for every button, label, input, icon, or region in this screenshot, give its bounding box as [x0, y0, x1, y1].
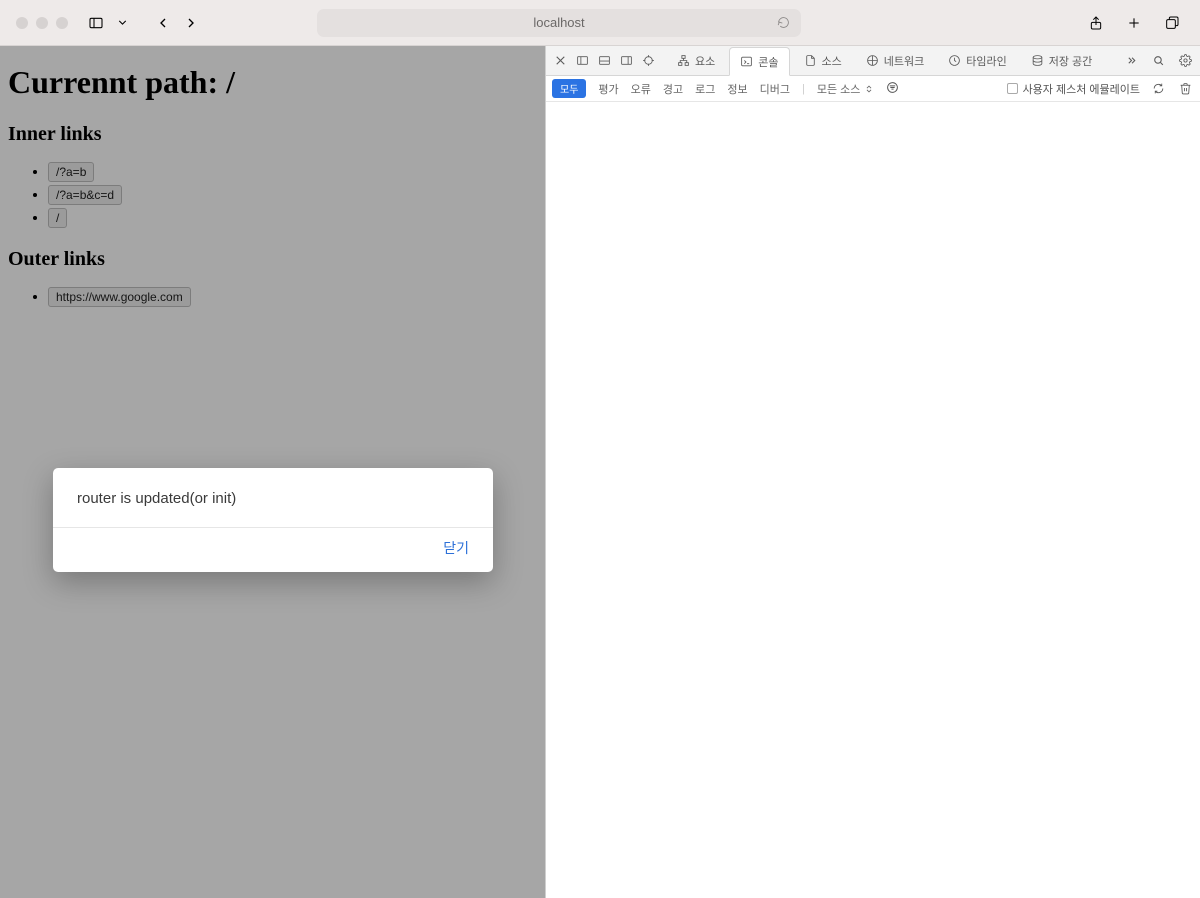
sources-label: 모든 소스 — [817, 81, 861, 97]
devtools-panel: 요소 콘솔 소스 네트워크 타임라인 저장 공간 — [545, 46, 1200, 898]
filter-warn[interactable]: 경고 — [663, 81, 683, 97]
tab-label: 소스 — [822, 53, 842, 69]
close-icon — [554, 54, 567, 67]
clock-icon — [948, 54, 961, 67]
chevron-down-icon — [116, 16, 129, 29]
sidebar-toggle-button[interactable] — [86, 13, 106, 33]
search-icon — [1152, 54, 1165, 67]
tab-elements[interactable]: 요소 — [667, 46, 725, 76]
share-icon — [1088, 15, 1104, 31]
devtools-search-button[interactable] — [1150, 52, 1167, 69]
filter-debug[interactable]: 디버그 — [760, 81, 790, 97]
filter-input-button[interactable] — [886, 81, 899, 97]
close-window-button[interactable] — [16, 17, 28, 29]
dock-right-button[interactable] — [618, 52, 635, 69]
reload-button[interactable] — [773, 13, 793, 33]
recycle-icon — [1152, 82, 1165, 95]
trash-icon — [1179, 82, 1192, 95]
console-icon — [740, 55, 753, 68]
reload-icon — [777, 16, 790, 29]
console-filterbar: 모두 평가 오류 경고 로그 정보 디버그 | 모든 소스 사용자 제스처 에뮬… — [546, 76, 1200, 102]
tab-label: 타임라인 — [966, 53, 1006, 69]
document-icon — [804, 54, 817, 67]
emulate-gesture-label: 사용자 제스처 에뮬레이트 — [1023, 81, 1140, 97]
devtools-settings-button[interactable] — [1177, 52, 1194, 69]
tabs-overview-button[interactable] — [1162, 13, 1182, 33]
traffic-lights — [16, 17, 68, 29]
devtools-close-button[interactable] — [552, 52, 569, 69]
sources-dropdown[interactable]: 모든 소스 — [817, 81, 875, 97]
share-button[interactable] — [1086, 13, 1106, 33]
tab-label: 저장 공간 — [1049, 53, 1093, 69]
overflow-tabs-button[interactable] — [1123, 52, 1140, 69]
tab-storage[interactable]: 저장 공간 — [1021, 46, 1103, 76]
storage-icon — [1031, 54, 1044, 67]
browser-toolbar: localhost — [0, 0, 1200, 46]
gear-icon — [1179, 54, 1192, 67]
dock-bottom-button[interactable] — [596, 52, 613, 69]
clear-console-button[interactable] — [1177, 80, 1194, 97]
console-output[interactable] — [546, 102, 1200, 898]
plus-icon — [1126, 15, 1142, 31]
preserve-log-button[interactable] — [1150, 80, 1167, 97]
devtools-tabbar: 요소 콘솔 소스 네트워크 타임라인 저장 공간 — [546, 46, 1200, 76]
new-tab-button[interactable] — [1124, 13, 1144, 33]
alert-dialog: router is updated(or init) 닫기 — [53, 468, 493, 572]
address-bar[interactable]: localhost — [317, 9, 801, 37]
dock-left-button[interactable] — [574, 52, 591, 69]
maximize-window-button[interactable] — [56, 17, 68, 29]
minimize-window-button[interactable] — [36, 17, 48, 29]
page-content: Currennt path: / Inner links /?a=b /?a=b… — [0, 46, 545, 898]
filter-all[interactable]: 모두 — [552, 79, 586, 98]
dock-bottom-icon — [598, 54, 611, 67]
filter-log[interactable]: 로그 — [695, 81, 715, 97]
dock-left-icon — [576, 54, 589, 67]
network-icon — [866, 54, 879, 67]
filter-lines-icon — [886, 81, 899, 94]
address-text: localhost — [533, 15, 584, 30]
back-button[interactable] — [153, 13, 173, 33]
tab-sources[interactable]: 소스 — [794, 46, 852, 76]
dock-right-icon — [620, 54, 633, 67]
filter-eval[interactable]: 평가 — [598, 81, 618, 97]
tab-label: 콘솔 — [758, 54, 778, 70]
alert-close-button[interactable]: 닫기 — [443, 538, 469, 558]
hierarchy-icon — [677, 54, 690, 67]
target-icon — [642, 54, 655, 67]
forward-button[interactable] — [181, 13, 201, 33]
filter-info[interactable]: 정보 — [727, 81, 747, 97]
alert-footer: 닫기 — [53, 528, 493, 572]
alert-message: router is updated(or init) — [53, 468, 493, 528]
tab-network[interactable]: 네트워크 — [856, 46, 934, 76]
emulate-gesture-checkbox[interactable]: 사용자 제스처 에뮬레이트 — [1007, 81, 1140, 97]
tab-timeline[interactable]: 타임라인 — [938, 46, 1016, 76]
sidebar-icon — [88, 15, 104, 31]
checkbox-icon — [1007, 83, 1018, 94]
tab-console[interactable]: 콘솔 — [729, 47, 789, 76]
chevron-right-icon — [183, 15, 199, 31]
sidebar-dropdown-button[interactable] — [114, 14, 131, 31]
inspect-element-button[interactable] — [640, 52, 657, 69]
chevrons-right-icon — [1125, 54, 1138, 67]
sort-icon — [864, 84, 874, 94]
tab-label: 네트워크 — [884, 53, 924, 69]
tab-label: 요소 — [695, 53, 715, 69]
filter-error[interactable]: 오류 — [631, 81, 651, 97]
tabs-icon — [1164, 15, 1180, 31]
chevron-left-icon — [155, 15, 171, 31]
